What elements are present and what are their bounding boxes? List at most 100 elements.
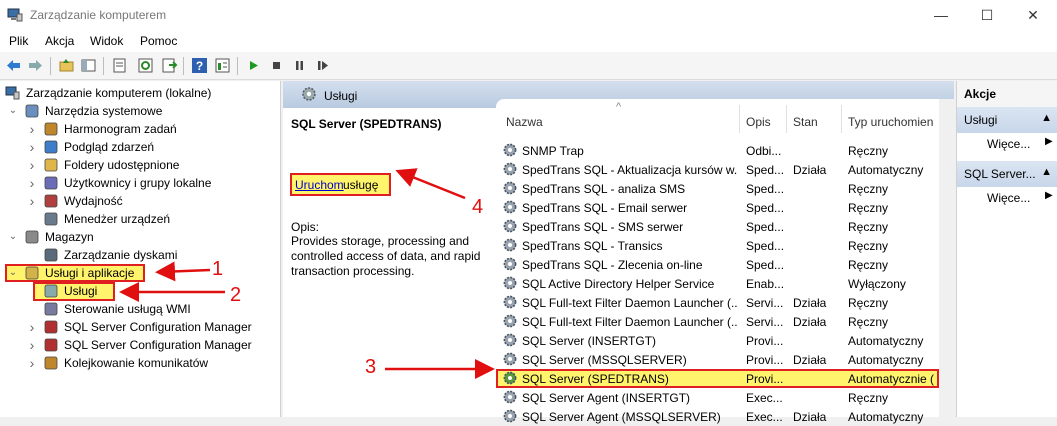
cell-startup-type: Automatycznie (	[848, 372, 935, 386]
cell-description: Sped...	[746, 163, 785, 177]
collapsed-chevron-icon[interactable]: ›	[27, 338, 37, 352]
menu-widok[interactable]: Widok	[90, 34, 123, 48]
tree-item[interactable]: › Podgląd zdarzeń	[0, 138, 280, 156]
tree-item[interactable]: › Foldery udostępnione	[0, 156, 280, 174]
tree-item[interactable]: ⌄ Magazyn	[0, 228, 280, 246]
table-row[interactable]: SQL Server (INSERTGT) Provi... Automatyczn…	[496, 331, 939, 350]
collapsed-chevron-icon[interactable]: ›	[27, 176, 37, 190]
actions-section-services[interactable]: Usługi ▲	[957, 107, 1057, 133]
tree-item[interactable]: › Użytkownicy i grupy lokalne	[0, 174, 280, 192]
stop-icon[interactable]	[268, 57, 285, 74]
tree-item[interactable]: Menedżer urządzeń	[0, 210, 280, 228]
more-actions-services[interactable]: Więce...	[987, 137, 1030, 151]
list-scrollbar[interactable]	[939, 99, 954, 417]
cell-description: Provi...	[746, 372, 784, 386]
menu-pomoc[interactable]: Pomoc	[140, 34, 177, 48]
service-gear-icon	[503, 181, 517, 195]
cell-name: SQL Active Directory Helper Service	[522, 277, 715, 291]
collapsed-chevron-icon[interactable]: ›	[27, 122, 37, 136]
column-header-state[interactable]: Stan	[793, 115, 818, 129]
table-row[interactable]: SpedTrans SQL - Transics Sped... Ręczny	[496, 236, 939, 255]
service-gear-icon	[503, 295, 517, 309]
tree-label: Magazyn	[45, 230, 94, 244]
table-row[interactable]: SQL Full-text Filter Daemon Launcher (..…	[496, 293, 939, 312]
table-row[interactable]: SQL Server (MSSQLSERVER) Provi... Działa Au…	[496, 350, 939, 369]
maximize-button[interactable]: ☐	[964, 0, 1010, 30]
collapse-up-icon[interactable]: ▲	[1041, 166, 1052, 178]
collapsed-chevron-icon[interactable]: ›	[27, 356, 37, 370]
submenu-arrow-icon: ▶	[1045, 190, 1053, 201]
menu-akcja[interactable]: Akcja	[45, 34, 74, 48]
annotation-number-3: 3	[365, 356, 377, 378]
cell-state: Działa	[793, 315, 827, 329]
tree-item[interactable]: Zarządzanie dyskami	[0, 246, 280, 264]
expanded-chevron-icon[interactable]: ⌄	[8, 266, 18, 280]
cell-state: Działa	[793, 296, 827, 310]
column-header-desc[interactable]: Opis	[746, 115, 771, 129]
tree-label: Zarządzanie komputerem (lokalne)	[26, 86, 212, 100]
properties-icon[interactable]	[111, 57, 128, 74]
actions-section-sqlserver[interactable]: SQL Server... ▲	[957, 161, 1057, 187]
play-icon[interactable]	[245, 57, 262, 74]
back-icon[interactable]	[5, 57, 22, 74]
submenu-arrow-icon: ▶	[1045, 136, 1053, 147]
collapsed-chevron-icon[interactable]: ›	[27, 194, 37, 208]
close-button[interactable]: ✕	[1010, 0, 1056, 30]
cell-description: Servi...	[746, 315, 784, 329]
up-folder-icon[interactable]	[58, 57, 75, 74]
tree-item[interactable]: ⌄ Usługi i aplikacje	[0, 264, 280, 282]
cell-startup-type: Automatyczny	[848, 163, 924, 177]
tree-item[interactable]: ⌄ Narzędzia systemowe	[0, 102, 280, 120]
tree-item[interactable]: › Harmonogram zadań	[0, 120, 280, 138]
export-icon[interactable]	[161, 57, 178, 74]
tree-item[interactable]: › SQL Server Configuration Manager	[0, 336, 280, 354]
cell-name: SpedTrans SQL - analiza SMS	[522, 182, 686, 196]
tree-node-icon	[44, 320, 58, 334]
service-gear-icon	[503, 143, 517, 157]
tree-label: Usługi i aplikacje	[45, 266, 135, 280]
table-row[interactable]: SpedTrans SQL - Email serwer Sped... Ręczn…	[496, 198, 939, 217]
collapsed-chevron-icon[interactable]: ›	[27, 140, 37, 154]
menu-plik[interactable]: Plik	[9, 34, 28, 48]
table-row[interactable]: SQL Active Directory Helper Service Enab.…	[496, 274, 939, 293]
more-actions-sqlserver[interactable]: Więce...	[987, 191, 1030, 205]
cell-startup-type: Ręczny	[848, 220, 889, 234]
tree-root[interactable]: Zarządzanie komputerem (lokalne)	[0, 84, 280, 102]
table-row[interactable]: SQL Server Agent (INSERTGT) Exec... Ręczny	[496, 388, 939, 407]
table-row[interactable]: SpedTrans SQL - analiza SMS Sped... Ręczny	[496, 179, 939, 198]
collapsed-chevron-icon[interactable]: ›	[27, 158, 37, 172]
tree-item[interactable]: › Kolejkowanie komunikatów	[0, 354, 280, 372]
forward-icon[interactable]	[27, 57, 44, 74]
refresh-icon[interactable]	[137, 57, 154, 74]
expanded-chevron-icon[interactable]: ⌄	[8, 230, 18, 244]
table-row[interactable]: SNMP Trap Odbi... Ręczny	[496, 141, 939, 160]
start-service-link[interactable]: Uruchom	[295, 178, 344, 192]
table-row[interactable]: SpedTrans SQL - SMS serwer Sped... Ręczny	[496, 217, 939, 236]
table-row[interactable]: SpedTrans SQL - Zlecenia on-line Sped... R…	[496, 255, 939, 274]
tree-node-icon	[44, 248, 58, 262]
minimize-button[interactable]: —	[918, 0, 964, 30]
window-title: Zarządzanie komputerem	[30, 8, 167, 22]
collapse-up-icon[interactable]: ▲	[1041, 112, 1052, 124]
collapsed-chevron-icon[interactable]: ›	[27, 320, 37, 334]
restart-icon[interactable]	[314, 57, 331, 74]
column-header-startup-type[interactable]: Typ uruchomien	[848, 115, 933, 129]
column-header-name[interactable]: Nazwa	[506, 115, 543, 129]
services-header-title: Usługi	[324, 89, 358, 103]
cell-name: SpedTrans SQL - Zlecenia on-line	[522, 258, 703, 272]
table-row-selected[interactable]: SQL Server (SPEDTRANS) Provi... Automatycz…	[496, 369, 939, 388]
service-gear-icon	[503, 257, 517, 271]
tree-item[interactable]: › SQL Server Configuration Manager	[0, 318, 280, 336]
tree-label: Menedżer urządzeń	[64, 212, 171, 226]
tree-node-icon	[44, 140, 58, 154]
details-icon[interactable]	[214, 57, 231, 74]
help-icon[interactable]: ?	[191, 57, 208, 74]
pause-icon[interactable]	[291, 57, 308, 74]
tree-item[interactable]: › Wydajność	[0, 192, 280, 210]
tree-label: Wydajność	[64, 194, 123, 208]
show-tree-icon[interactable]	[80, 57, 97, 74]
expanded-chevron-icon[interactable]: ⌄	[8, 104, 18, 118]
table-row[interactable]: SQL Full-text Filter Daemon Launcher (..…	[496, 312, 939, 331]
table-row[interactable]: SpedTrans SQL - Aktualizacja kursów w...…	[496, 160, 939, 179]
tree-node-icon	[25, 230, 39, 244]
